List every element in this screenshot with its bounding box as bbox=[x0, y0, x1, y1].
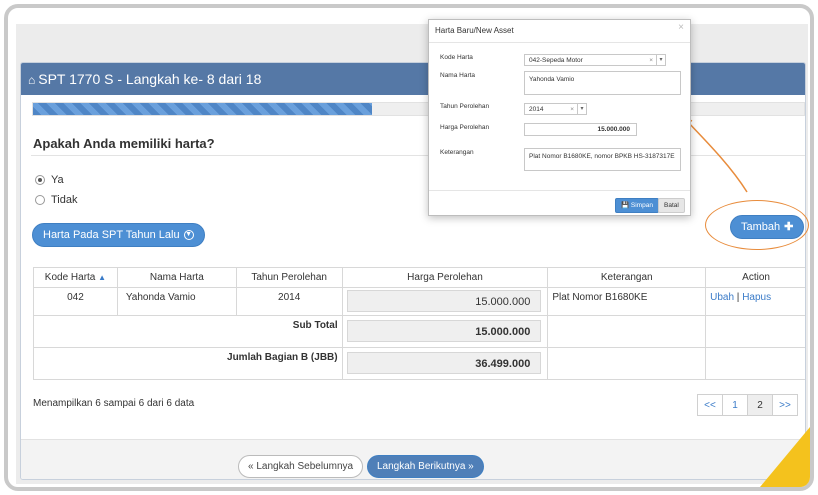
divider bbox=[429, 190, 690, 191]
jbb-row: Jumlah Bagian B (JBB) 36.499.000 bbox=[33, 347, 805, 380]
divider bbox=[429, 42, 690, 43]
table-info: Menampilkan 6 sampai 6 dari 6 data bbox=[33, 398, 195, 409]
nama-label: Nama Harta bbox=[440, 72, 476, 79]
pagination: << 1 2 >> bbox=[697, 394, 798, 416]
radio-tidak[interactable]: Tidak bbox=[35, 194, 78, 206]
cell-action: Ubah | Hapus bbox=[705, 287, 805, 316]
harga-label: Harga Perolehan bbox=[440, 124, 490, 131]
radio-label-tidak: Tidak bbox=[51, 194, 78, 206]
close-icon[interactable]: × bbox=[678, 22, 684, 33]
chevron-down-circle-icon: ▼ bbox=[183, 230, 194, 240]
keterangan-label: Keterangan bbox=[440, 149, 474, 156]
tambah-label: Tambah bbox=[741, 221, 781, 233]
clear-icon[interactable]: × bbox=[649, 55, 653, 65]
table-row: 042 Yahonda Vamio 2014 15.000.000 Plat N… bbox=[33, 287, 805, 316]
kode-label: Kode Harta bbox=[440, 54, 473, 61]
pager-page-2[interactable]: 2 bbox=[747, 394, 773, 416]
jbb-value: 36.499.000 bbox=[346, 352, 542, 374]
pager-last[interactable]: >> bbox=[772, 394, 798, 416]
empty-cell bbox=[547, 347, 707, 380]
subtotal-row: Sub Total 15.000.000 bbox=[33, 315, 805, 348]
col-keterangan: Keterangan bbox=[547, 267, 707, 288]
tahun-value: 2014 bbox=[529, 106, 544, 113]
empty-cell bbox=[547, 315, 707, 348]
window-frame: ⌂ SPT 1770 S - Langkah ke- 8 dari 18 Apak… bbox=[4, 4, 814, 491]
tambah-button[interactable]: Tambah ✚ bbox=[730, 215, 805, 239]
cell-keterangan: Plat Nomor B1680KE bbox=[547, 287, 707, 316]
plus-icon: ✚ bbox=[784, 221, 794, 233]
subtotal-label: Sub Total bbox=[33, 315, 343, 348]
harga-value: 15.000.000 bbox=[346, 290, 542, 312]
simpan-label: Simpan bbox=[630, 202, 653, 209]
harta-tahun-lalu-button[interactable]: Harta Pada SPT Tahun Lalu ▼ bbox=[32, 223, 205, 247]
cell-tahun: 2014 bbox=[235, 287, 343, 316]
col-kode-harta[interactable]: Kode Harta ▲ bbox=[33, 267, 118, 288]
question-title: Apakah Anda memiliki harta? bbox=[33, 136, 215, 151]
progress-fill bbox=[33, 103, 373, 115]
radio-ya[interactable]: Ya bbox=[35, 174, 64, 186]
pager-page-1[interactable]: 1 bbox=[722, 394, 748, 416]
keterangan-field[interactable]: Plat Nomor B1680KE, nomor BPKB HS-318731… bbox=[524, 148, 681, 171]
empty-cell bbox=[705, 347, 805, 380]
ubah-link[interactable]: Ubah bbox=[710, 292, 734, 303]
cell-nama: Yahonda Vamio bbox=[116, 287, 237, 316]
sort-asc-icon[interactable]: ▲ bbox=[98, 273, 106, 282]
tahun-select[interactable]: 2014 × ▾ bbox=[524, 103, 587, 115]
new-asset-modal: Harta Baru/New Asset × Kode Harta 042-Se… bbox=[428, 19, 691, 216]
prev-step-button[interactable]: « Langkah Sebelumnya bbox=[238, 455, 364, 478]
tahun-label: Tahun Perolehan bbox=[440, 103, 490, 110]
action-separator: | bbox=[736, 292, 740, 303]
col-nama-harta: Nama Harta bbox=[116, 267, 237, 288]
pager-first[interactable]: << bbox=[697, 394, 723, 416]
col-tahun: Tahun Perolehan bbox=[235, 267, 343, 288]
home-icon: ⌂ bbox=[28, 73, 36, 87]
cell-kode: 042 bbox=[33, 287, 118, 316]
kode-select[interactable]: 042-Sepeda Motor × ▾ bbox=[524, 54, 666, 66]
subtotal-cell: 15.000.000 bbox=[341, 315, 549, 348]
jbb-label: Jumlah Bagian B (JBB) bbox=[33, 347, 343, 380]
radio-icon-selected[interactable] bbox=[35, 175, 45, 185]
simpan-button[interactable]: 💾 Simpan bbox=[615, 198, 659, 213]
chevron-down-icon[interactable]: ▾ bbox=[656, 55, 665, 65]
corner-decoration bbox=[760, 427, 810, 487]
table-header-row: Kode Harta ▲ Nama Harta Tahun Perolehan … bbox=[33, 267, 805, 288]
jbb-cell: 36.499.000 bbox=[341, 347, 549, 380]
empty-cell bbox=[705, 315, 805, 348]
col-kode-label: Kode Harta bbox=[44, 272, 96, 283]
col-action: Action bbox=[705, 267, 805, 288]
panel-title: SPT 1770 S - Langkah ke- 8 dari 18 bbox=[38, 71, 262, 87]
cell-harga: 15.000.000 bbox=[341, 287, 549, 316]
save-icon: 💾 bbox=[621, 202, 630, 209]
radio-label-ya: Ya bbox=[51, 174, 64, 186]
batal-button[interactable]: Batal bbox=[658, 198, 685, 213]
harga-field[interactable]: 15.000.000 bbox=[524, 123, 637, 136]
harta-table: Kode Harta ▲ Nama Harta Tahun Perolehan … bbox=[33, 267, 805, 380]
chevron-down-icon[interactable]: ▾ bbox=[577, 104, 586, 114]
nama-field[interactable]: Yahonda Vamio bbox=[524, 71, 681, 95]
subtotal-value: 15.000.000 bbox=[346, 320, 542, 342]
col-harga: Harga Perolehan bbox=[341, 267, 549, 288]
modal-title: Harta Baru/New Asset bbox=[435, 26, 514, 35]
clear-icon[interactable]: × bbox=[570, 104, 574, 114]
kode-value: 042-Sepeda Motor bbox=[529, 57, 583, 64]
hapus-link[interactable]: Hapus bbox=[742, 292, 771, 303]
radio-icon[interactable] bbox=[35, 195, 45, 205]
next-step-button[interactable]: Langkah Berikutnya » bbox=[367, 455, 484, 478]
harta-tahun-lalu-label: Harta Pada SPT Tahun Lalu bbox=[43, 229, 180, 241]
